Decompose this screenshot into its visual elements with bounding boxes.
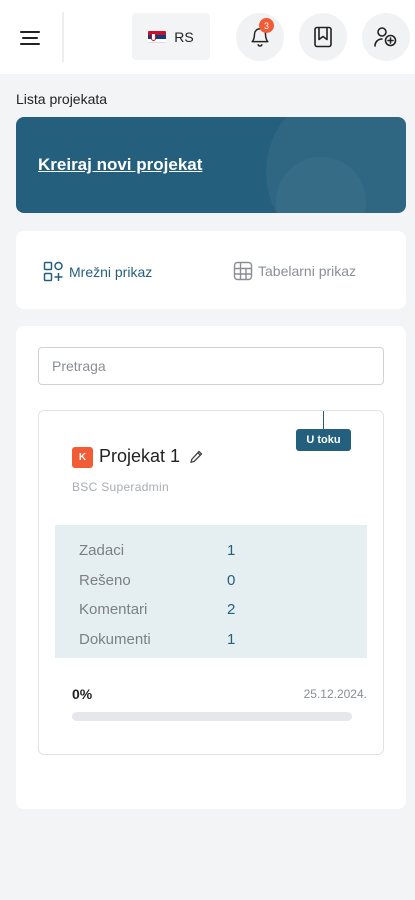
project-avatar: K [72,447,93,468]
grid-view-label: Mrežni prikaz [69,263,153,280]
create-project-banner: Kreiraj novi projekat [16,117,406,213]
stat-label: Komentari [79,601,148,619]
top-bar: RS 3 [0,0,415,74]
language-code: RS [174,28,194,45]
saved-button[interactable] [299,13,347,61]
stat-label: Rešeno [79,571,131,589]
notification-count-badge: 3 [259,18,274,33]
hamburger-menu-icon[interactable] [20,28,44,48]
table-view-option[interactable]: Tabelarni prikaz [233,261,356,281]
table-view-icon [233,261,253,281]
stat-value: 1 [227,542,236,560]
language-selector[interactable]: RS [132,13,210,60]
project-owner: BSC Superadmin [72,480,169,494]
project-card[interactable]: U toku K Projekat 1 BSC Superadmin Zadac… [38,410,384,755]
project-name[interactable]: Projekat 1 [99,446,180,467]
users-button[interactable] [362,13,410,61]
stat-row-resolved: Rešeno 0 [79,566,367,596]
projects-panel: U toku K Projekat 1 BSC Superadmin Zadac… [16,326,406,809]
stat-label: Dokumenti [79,630,151,648]
stat-row-documents: Dokumenti 1 [79,625,367,655]
progress-bar [72,712,352,721]
search-input[interactable] [38,347,384,385]
table-view-label: Tabelarni prikaz [258,263,357,279]
view-toggle-card: Mrežni prikaz Tabelarni prikaz [16,231,406,309]
project-date: 25.12.2024. [303,687,367,701]
grid-view-option[interactable]: Mrežni prikaz [43,261,152,282]
stat-label: Zadaci [79,542,125,560]
grid-view-icon [43,261,63,282]
create-project-link[interactable]: Kreiraj novi projekat [38,155,202,175]
notifications-button[interactable]: 3 [236,13,284,61]
stat-value: 2 [227,601,236,619]
stat-row-comments: Komentari 2 [79,595,367,625]
status-badge: U toku [296,429,351,451]
serbia-flag-icon [148,30,167,43]
bookmark-icon [314,26,332,48]
divider [62,12,64,62]
users-icon [374,27,397,47]
progress-percent: 0% [72,686,93,702]
page-title: Lista projekata [16,91,108,107]
project-stats: Zadaci 1 Rešeno 0 Komentari 2 Dokumenti … [55,525,367,658]
pencil-icon[interactable] [190,450,203,463]
stat-value: 0 [227,571,236,589]
stat-value: 1 [227,630,236,648]
stat-row-tasks: Zadaci 1 [79,536,367,566]
